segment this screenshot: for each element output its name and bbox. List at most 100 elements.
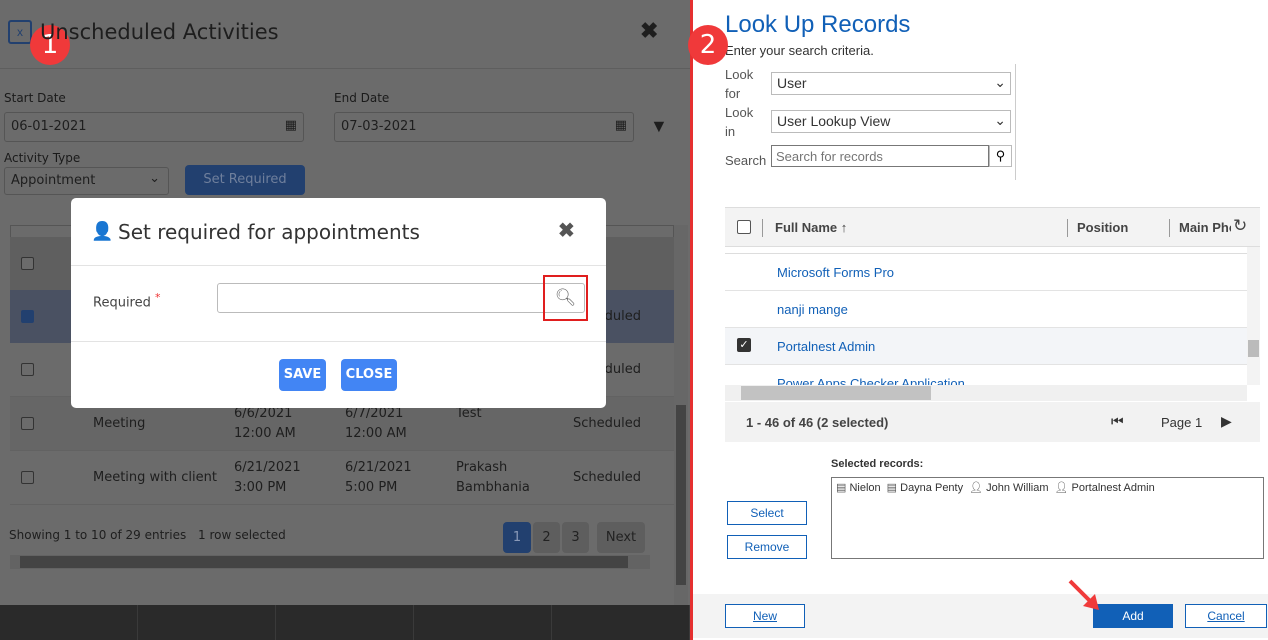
selected-record-name: Portalnest Admin bbox=[1071, 482, 1155, 494]
look-in-label: Look in bbox=[725, 105, 754, 139]
search-input[interactable] bbox=[771, 145, 989, 167]
user-icon: 👤︎ bbox=[969, 482, 984, 494]
first-page-icon[interactable]: ⏮ bbox=[1111, 413, 1124, 430]
record-name-link[interactable]: Power Apps Checker Application bbox=[777, 376, 965, 385]
cell-subject: Meeting bbox=[93, 416, 146, 431]
record-row[interactable]: nanji mange bbox=[725, 291, 1247, 328]
grid-footer: 1 - 46 of 46 (2 selected) ⏮ Page 1 ▶ bbox=[725, 402, 1260, 442]
page-1-button[interactable]: 1 bbox=[503, 522, 531, 553]
set-required-button[interactable]: Set Required bbox=[185, 165, 305, 195]
selected-record[interactable]: 👤︎ Portalnest Admin bbox=[1055, 482, 1155, 494]
selected-record[interactable]: ▤ Dayna Penty bbox=[887, 482, 963, 494]
cancel-button[interactable]: Cancel bbox=[1185, 604, 1267, 628]
end-date-label: End Date bbox=[334, 91, 390, 105]
dialog-title: Look Up Records bbox=[725, 11, 911, 38]
filter-icon[interactable]: ▼ bbox=[650, 116, 668, 137]
look-in-select[interactable]: User Lookup View ⌄ bbox=[771, 110, 1011, 133]
required-input[interactable] bbox=[217, 283, 585, 313]
modal-title: Set required for appointments bbox=[118, 220, 420, 244]
refresh-icon[interactable]: ↻ bbox=[1233, 216, 1247, 236]
end-date-input[interactable]: 07-03-2021 ▦ bbox=[334, 112, 634, 142]
cell-subject: Meeting with client bbox=[93, 470, 217, 485]
cell-end: 6/7/2021 12:00 AM bbox=[345, 406, 407, 441]
selected-record-name: Dayna Penty bbox=[900, 482, 964, 494]
close-icon[interactable]: ✖ bbox=[640, 18, 658, 44]
required-asterisk: * bbox=[155, 291, 161, 304]
close-button[interactable]: CLOSE bbox=[341, 359, 397, 391]
end-date-value: 07-03-2021 bbox=[341, 119, 417, 134]
selected-record[interactable]: 👤︎ John William bbox=[969, 482, 1048, 494]
required-label-text: Required bbox=[93, 295, 151, 311]
row-checkbox[interactable] bbox=[21, 417, 34, 430]
paging-info: 1 - 46 of 46 (2 selected) bbox=[746, 415, 889, 430]
selection-info: 1 row selected bbox=[198, 528, 286, 542]
calendar-icon[interactable]: ▦ bbox=[615, 118, 627, 133]
lookup-search-button[interactable]: 🔍︎ bbox=[543, 275, 588, 321]
table-row[interactable]: Meeting with client 6/21/2021 3:00 PM 6/21… bbox=[10, 451, 674, 505]
start-date-value: 06-01-2021 bbox=[11, 119, 87, 134]
user-icon: 👤 bbox=[91, 221, 114, 241]
next-button[interactable]: Next bbox=[597, 522, 645, 553]
lookup-records-dialog: Look Up Records Enter your search criter… bbox=[690, 0, 1268, 640]
column-full-name[interactable]: Full Name ↑ bbox=[775, 220, 847, 235]
new-button[interactable]: New bbox=[725, 604, 805, 628]
activity-type-value: Appointment bbox=[11, 173, 96, 188]
record-name-link[interactable]: nanji mange bbox=[777, 302, 848, 317]
record-name-link[interactable]: Portalnest Admin bbox=[777, 339, 875, 354]
record-icon: ▤ bbox=[886, 482, 898, 494]
cell-start: 6/21/2021 3:00 PM bbox=[234, 460, 301, 495]
page-label: Page 1 bbox=[1161, 415, 1203, 430]
remove-button[interactable]: Remove bbox=[727, 535, 807, 559]
horizontal-scrollbar[interactable] bbox=[10, 555, 650, 569]
save-button[interactable]: SAVE bbox=[279, 359, 326, 391]
divider bbox=[0, 68, 690, 69]
activity-type-label: Activity Type bbox=[4, 151, 81, 165]
cell-status: Scheduled bbox=[573, 416, 641, 431]
close-icon[interactable]: ✖ bbox=[558, 218, 575, 243]
selected-records-label: Selected records: bbox=[831, 458, 924, 470]
next-page-icon[interactable]: ▶ bbox=[1221, 413, 1232, 430]
horizontal-scrollbar[interactable] bbox=[725, 385, 1247, 401]
record-icon: ▤ bbox=[836, 482, 847, 494]
add-button[interactable]: Add bbox=[1093, 604, 1173, 628]
search-button[interactable]: ⚲ bbox=[989, 145, 1012, 167]
start-date-input[interactable]: 06-01-2021 ▦ bbox=[4, 112, 304, 142]
chevron-down-icon: ⌄ bbox=[149, 171, 160, 186]
page-3-button[interactable]: 3 bbox=[562, 522, 589, 553]
records-list: Microsoft Forms Pro nanji mange ✓ Portalnes… bbox=[725, 253, 1247, 385]
selected-record[interactable]: ▤ Nielon bbox=[836, 482, 881, 494]
vertical-scrollbar[interactable] bbox=[1247, 247, 1260, 385]
selected-records-box[interactable]: ▤ Nielon ▤ Dayna Penty 👤︎ John William 👤︎ P… bbox=[831, 477, 1264, 559]
row-checkbox[interactable] bbox=[21, 471, 34, 484]
set-required-modal: 👤 Set required for appointments ✖ Requir… bbox=[71, 198, 606, 408]
row-checkbox[interactable] bbox=[21, 310, 34, 323]
look-for-value: User bbox=[777, 75, 807, 91]
cell-status: Scheduled bbox=[573, 470, 641, 485]
row-checkbox[interactable] bbox=[21, 363, 34, 376]
record-row[interactable]: ✓ Portalnest Admin bbox=[725, 328, 1247, 365]
cell-regarding: Prakash Bambhania bbox=[456, 460, 530, 495]
cell-start: 6/6/2021 12:00 AM bbox=[234, 406, 296, 441]
page-2-button[interactable]: 2 bbox=[533, 522, 560, 553]
activity-type-select[interactable]: Appointment ⌄ bbox=[4, 167, 169, 195]
step-badge-2: 2 bbox=[688, 25, 728, 65]
arrow-annotation bbox=[1068, 579, 1099, 610]
calendar-icon[interactable]: ▦ bbox=[285, 118, 297, 133]
select-button[interactable]: Select bbox=[727, 501, 807, 525]
look-for-select[interactable]: User ⌄ bbox=[771, 72, 1011, 95]
vertical-scrollbar[interactable] bbox=[674, 225, 688, 605]
record-name-link[interactable]: Microsoft Forms Pro bbox=[777, 265, 894, 280]
select-all-checkbox[interactable] bbox=[21, 257, 34, 270]
select-all-checkbox[interactable] bbox=[737, 220, 751, 234]
search-icon: 🔍︎ bbox=[554, 288, 577, 307]
chevron-down-icon: ⌄ bbox=[994, 112, 1006, 128]
record-row[interactable]: Microsoft Forms Pro bbox=[725, 254, 1247, 291]
column-position[interactable]: Position bbox=[1077, 220, 1128, 235]
taskbar bbox=[0, 605, 690, 640]
record-row[interactable]: Power Apps Checker Application bbox=[725, 365, 1247, 385]
row-checkbox-checked[interactable]: ✓ bbox=[737, 338, 751, 352]
column-main-phone[interactable]: Main Phone bbox=[1179, 220, 1231, 235]
selected-record-name: Nielon bbox=[849, 482, 881, 494]
cell-end: 6/21/2021 5:00 PM bbox=[345, 460, 412, 495]
look-for-label: Look for bbox=[725, 67, 754, 101]
